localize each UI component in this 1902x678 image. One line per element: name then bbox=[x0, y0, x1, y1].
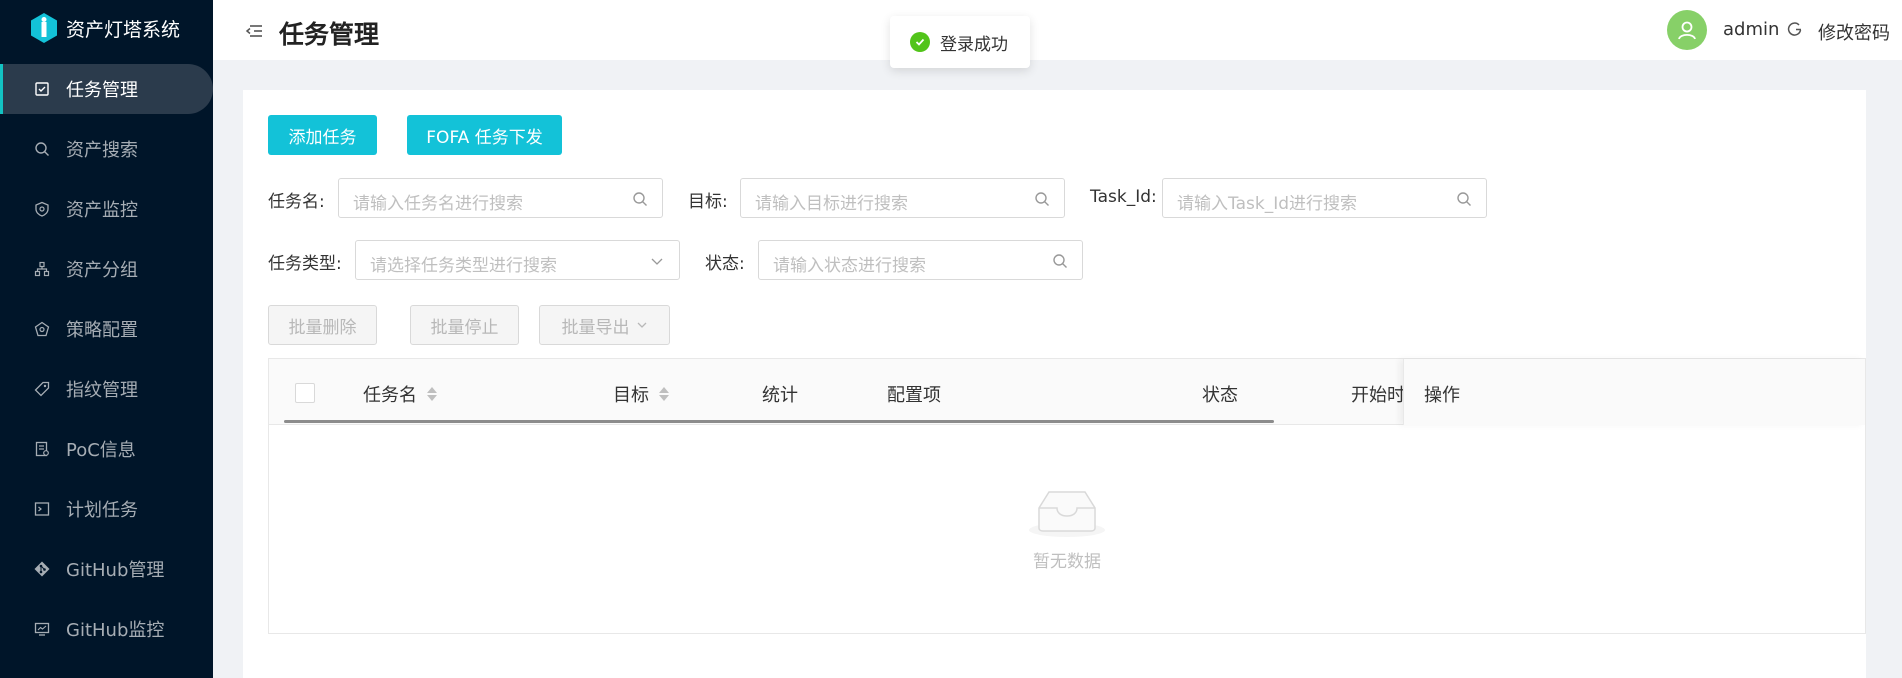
sidebar-item-label: GitHub管理 bbox=[66, 560, 165, 581]
sidebar-menu: 任务管理 资产搜索 资产监控 资产分组 策略配置 指纹管理 PoC信息 计划任务… bbox=[0, 64, 213, 654]
chevron-down-icon bbox=[636, 319, 648, 331]
empty-inbox-icon bbox=[1027, 484, 1107, 539]
target-input[interactable]: 请输入目标进行搜索 bbox=[740, 178, 1065, 218]
horizontal-scrollbar[interactable] bbox=[284, 420, 1274, 423]
menu-fold-icon[interactable] bbox=[245, 23, 263, 39]
task-id-label: Task_Id: bbox=[1090, 187, 1157, 207]
page-title: 任务管理 bbox=[279, 20, 380, 49]
batch-stop-button[interactable]: 批量停止 bbox=[410, 305, 519, 345]
add-task-button[interactable]: 添加任务 bbox=[268, 115, 377, 155]
task-name-placeholder: 请输入任务名进行搜索 bbox=[353, 194, 523, 214]
sidebar-item-github-management[interactable]: GitHub管理 bbox=[0, 544, 213, 594]
task-name-label: 任务名: bbox=[268, 192, 325, 212]
lighthouse-logo-icon bbox=[28, 12, 60, 44]
main-content: 添加任务 FOFA 任务下发 任务名: 请输入任务名进行搜索 目标: 请输入目标… bbox=[243, 90, 1866, 678]
sidebar-item-label: 资产监控 bbox=[66, 200, 138, 221]
status-input[interactable]: 请输入状态进行搜索 bbox=[758, 240, 1083, 280]
task-id-placeholder: 请输入Task_Id进行搜索 bbox=[1177, 194, 1357, 214]
user-icon bbox=[1678, 21, 1696, 40]
column-task-name[interactable]: 任务名 bbox=[363, 381, 437, 407]
task-table: 任务名 目标 统计 配置项 状态 开始时 操作 暂无数据 bbox=[268, 358, 1866, 634]
column-label: 状态 bbox=[1202, 385, 1238, 406]
toast-text: 登录成功 bbox=[940, 34, 1008, 55]
column-status: 状态 bbox=[1202, 381, 1238, 407]
sidebar-item-poc-info[interactable]: PoC信息 bbox=[0, 424, 213, 474]
brand: 资产灯塔系统 bbox=[0, 0, 213, 56]
change-password-link[interactable]: 修改密码 bbox=[1818, 19, 1890, 45]
column-label: 统计 bbox=[762, 385, 798, 406]
sidebar-item-scheduled-task[interactable]: 计划任务 bbox=[0, 484, 213, 534]
status-label: 状态: bbox=[705, 254, 745, 274]
task-type-select[interactable]: 请选择任务类型进行搜索 bbox=[355, 240, 680, 280]
chevron-down-icon bbox=[649, 253, 665, 269]
column-stats: 统计 bbox=[762, 381, 798, 407]
search-icon bbox=[632, 191, 648, 207]
search-icon bbox=[34, 141, 50, 157]
search-icon bbox=[1456, 191, 1472, 207]
batch-export-button[interactable]: 批量导出 bbox=[539, 305, 670, 345]
terminal-icon bbox=[34, 501, 50, 517]
column-label: 配置项 bbox=[887, 385, 941, 406]
sidebar-item-asset-search[interactable]: 资产搜索 bbox=[0, 124, 213, 174]
column-actions: 操作 bbox=[1424, 381, 1460, 407]
sidebar: 资产灯塔系统 任务管理 资产搜索 资产监控 资产分组 策略配置 指纹管理 PoC… bbox=[0, 0, 213, 678]
sidebar-item-label: 策略配置 bbox=[66, 320, 138, 341]
sidebar-item-label: GitHub监控 bbox=[66, 620, 165, 641]
check-circle-icon bbox=[910, 32, 930, 52]
target-label: 目标: bbox=[688, 192, 728, 212]
task-type-label: 任务类型: bbox=[268, 254, 342, 274]
sidebar-item-label: 任务管理 bbox=[66, 80, 138, 101]
doc-icon bbox=[34, 441, 50, 457]
column-label: 目标 bbox=[613, 385, 649, 406]
sidebar-item-fingerprint[interactable]: 指纹管理 bbox=[0, 364, 213, 414]
target-placeholder: 请输入目标进行搜索 bbox=[755, 194, 908, 214]
sidebar-item-label: 计划任务 bbox=[66, 500, 138, 521]
policy-icon bbox=[34, 321, 50, 337]
sidebar-item-label: 资产分组 bbox=[66, 260, 138, 281]
sidebar-item-policy-config[interactable]: 策略配置 bbox=[0, 304, 213, 354]
app-title: 资产灯塔系统 bbox=[66, 18, 181, 41]
column-label: 开始时 bbox=[1351, 385, 1405, 406]
task-id-input[interactable]: 请输入Task_Id进行搜索 bbox=[1162, 178, 1487, 218]
column-start-time: 开始时 bbox=[1351, 381, 1405, 407]
select-all-checkbox[interactable] bbox=[295, 383, 315, 403]
sort-icon[interactable] bbox=[427, 387, 437, 401]
task-name-input[interactable]: 请输入任务名进行搜索 bbox=[338, 178, 663, 218]
column-target[interactable]: 目标 bbox=[613, 381, 669, 407]
search-icon bbox=[1034, 191, 1050, 207]
column-config: 配置项 bbox=[887, 381, 941, 407]
status-placeholder: 请输入状态进行搜索 bbox=[773, 256, 926, 276]
task-icon bbox=[34, 81, 50, 97]
git-icon bbox=[34, 561, 50, 577]
logout-icon[interactable] bbox=[1787, 21, 1803, 37]
top-header: 任务管理 admin 修改密码 bbox=[213, 0, 1902, 60]
batch-export-label: 批量导出 bbox=[561, 317, 630, 338]
sort-icon[interactable] bbox=[659, 387, 669, 401]
sidebar-item-github-monitor[interactable]: GitHub监控 bbox=[0, 604, 213, 654]
group-icon bbox=[34, 261, 50, 277]
sidebar-item-label: PoC信息 bbox=[66, 440, 136, 461]
column-label: 操作 bbox=[1424, 385, 1460, 406]
search-icon bbox=[1052, 253, 1068, 269]
table-header: 任务名 目标 统计 配置项 状态 开始时 操作 bbox=[269, 359, 1865, 425]
fofa-task-button[interactable]: FOFA 任务下发 bbox=[407, 115, 562, 155]
sidebar-item-asset-group[interactable]: 资产分组 bbox=[0, 244, 213, 294]
username: admin bbox=[1723, 19, 1780, 40]
sidebar-item-label: 资产搜索 bbox=[66, 140, 138, 161]
toast-message: 登录成功 bbox=[890, 16, 1030, 68]
tag-icon bbox=[34, 381, 50, 397]
sidebar-item-asset-monitor[interactable]: 资产监控 bbox=[0, 184, 213, 234]
sidebar-item-task-management[interactable]: 任务管理 bbox=[0, 64, 213, 114]
sidebar-item-label: 指纹管理 bbox=[66, 380, 138, 401]
column-label: 任务名 bbox=[363, 385, 417, 406]
empty-text: 暂无数据 bbox=[1033, 552, 1101, 572]
fixed-action-column: 操作 bbox=[1403, 359, 1865, 425]
avatar[interactable] bbox=[1667, 10, 1707, 50]
shield-icon bbox=[34, 201, 50, 217]
monitor-icon bbox=[34, 621, 50, 637]
batch-delete-button[interactable]: 批量删除 bbox=[268, 305, 377, 345]
task-type-placeholder: 请选择任务类型进行搜索 bbox=[370, 256, 557, 276]
